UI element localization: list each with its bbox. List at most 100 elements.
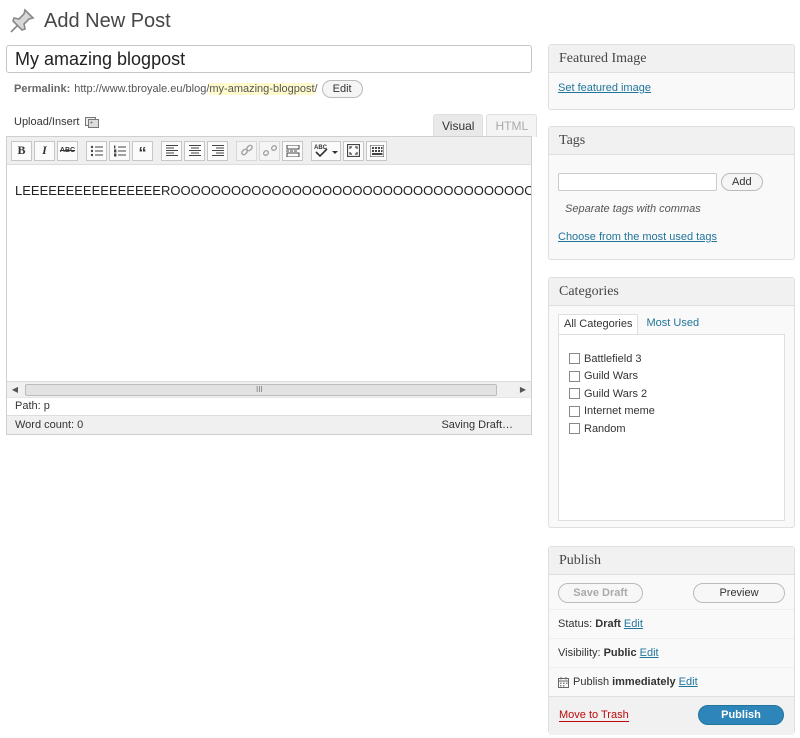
upload-insert-row: Upload/Insert xyxy=(14,116,100,128)
kitchen-sink-icon xyxy=(369,144,384,157)
status-row: Status: Draft Edit xyxy=(549,609,794,638)
permalink-label: Permalink: xyxy=(14,83,71,95)
list-item[interactable]: Guild Wars xyxy=(569,368,774,386)
tab-most-used[interactable]: Most Used xyxy=(638,314,704,334)
status-value: Draft xyxy=(595,618,621,630)
blockquote-button[interactable]: “ xyxy=(132,140,153,162)
scroll-right-icon[interactable]: ▶ xyxy=(515,382,531,398)
editor-toolbar: B I ABC “ ABC xyxy=(7,137,531,165)
category-label: Battlefield 3 xyxy=(584,352,642,365)
align-left-icon xyxy=(165,145,178,156)
featured-image-title: Featured Image xyxy=(549,45,794,73)
tab-visual[interactable]: Visual xyxy=(433,114,484,137)
align-center-icon xyxy=(188,145,201,156)
upload-insert-label: Upload/Insert xyxy=(14,116,80,128)
unlink-button[interactable] xyxy=(259,140,280,161)
add-tag-button[interactable]: Add xyxy=(721,173,763,191)
tab-all-categories[interactable]: All Categories xyxy=(558,314,639,334)
editor-status-bar: Word count: 0 Saving Draft… xyxy=(7,415,531,434)
categories-box: Categories All Categories Most Used Batt… xyxy=(548,277,795,528)
permalink-base: http://www.tbroyale.eu/blog/ xyxy=(74,83,210,95)
bold-glyph: B xyxy=(17,143,26,157)
tags-box: Tags Add Separate tags with commas Choos… xyxy=(548,126,795,260)
path-value[interactable]: p xyxy=(44,400,50,412)
category-checkbox[interactable] xyxy=(569,405,580,417)
insert-link-button[interactable] xyxy=(236,140,257,161)
permalink-slug[interactable]: my-amazing-blogpost xyxy=(209,83,315,95)
publish-title: Publish xyxy=(549,547,794,575)
strike-glyph: ABC xyxy=(59,147,76,154)
publish-box: Publish Save Draft Preview Status: Draft… xyxy=(548,546,795,735)
fullscreen-button[interactable] xyxy=(343,140,364,161)
tags-hint: Separate tags with commas xyxy=(565,203,701,215)
spellcheck-button[interactable]: ABC xyxy=(311,140,341,161)
align-left-button[interactable] xyxy=(161,140,182,161)
insert-more-button[interactable] xyxy=(282,140,303,161)
permalink-row: Permalink: http://www.tbroyale.eu/blog/ … xyxy=(14,80,363,98)
list-item[interactable]: Battlefield 3 xyxy=(569,350,774,368)
category-label: Internet meme xyxy=(584,405,655,418)
post-editor: B I ABC “ ABC LEEEEEEEEEEEEEEEEROOOOOOOO… xyxy=(6,136,532,435)
horizontal-scrollbar[interactable]: ◀ III ▶ xyxy=(7,381,531,397)
schedule-row: Publish immediately Edit xyxy=(549,667,794,696)
bullet-list-icon xyxy=(90,145,103,156)
category-list: Battlefield 3 Guild Wars Guild Wars 2 In… xyxy=(558,334,785,521)
category-checkbox[interactable] xyxy=(569,423,580,435)
page-header: Add New Post xyxy=(8,4,171,38)
bullet-list-button[interactable] xyxy=(86,140,107,161)
permalink-edit-button[interactable]: Edit xyxy=(321,80,363,98)
featured-image-box: Featured Image Set featured image xyxy=(548,44,795,110)
page-title: Add New Post xyxy=(44,9,171,32)
preview-button[interactable]: Preview xyxy=(693,583,785,603)
schedule-value: immediately xyxy=(612,676,676,688)
visibility-label: Visibility: xyxy=(558,647,601,659)
schedule-edit-link[interactable]: Edit xyxy=(679,676,698,688)
italic-glyph: I xyxy=(42,143,47,157)
fullscreen-icon xyxy=(347,144,360,157)
add-media-icon[interactable] xyxy=(85,116,100,128)
category-checkbox[interactable] xyxy=(569,353,580,365)
permalink-end: / xyxy=(314,83,318,95)
kitchen-sink-button[interactable] xyxy=(366,140,387,161)
spellcheck-icon: ABC xyxy=(314,145,338,157)
strikethrough-button[interactable]: ABC xyxy=(57,140,78,161)
set-featured-image-link[interactable]: Set featured image xyxy=(558,82,651,94)
save-draft-button[interactable]: Save Draft xyxy=(558,583,643,603)
visibility-value: Public xyxy=(603,647,637,659)
schedule-label: Publish xyxy=(573,676,610,688)
category-checkbox[interactable] xyxy=(569,370,580,382)
tab-html[interactable]: HTML xyxy=(486,114,538,137)
category-checkbox[interactable] xyxy=(569,388,580,400)
editor-tabs: Visual HTML xyxy=(430,114,538,137)
more-tag-icon xyxy=(285,144,299,157)
category-label: Random xyxy=(584,422,626,435)
publish-button[interactable]: Publish xyxy=(698,705,784,725)
link-icon xyxy=(240,144,253,155)
calendar-icon xyxy=(558,676,569,688)
tag-input[interactable] xyxy=(558,173,717,191)
status-edit-link[interactable]: Edit xyxy=(624,618,643,630)
italic-button[interactable]: I xyxy=(34,140,55,161)
scroll-track[interactable]: III xyxy=(23,383,515,396)
scroll-left-icon[interactable]: ◀ xyxy=(7,382,23,398)
numbered-list-button[interactable] xyxy=(109,140,130,161)
align-right-icon xyxy=(211,145,224,156)
bold-button[interactable]: B xyxy=(11,140,32,161)
post-title-input[interactable] xyxy=(6,45,532,73)
visibility-edit-link[interactable]: Edit xyxy=(640,647,659,659)
align-right-button[interactable] xyxy=(207,140,228,161)
list-item[interactable]: Internet meme xyxy=(569,403,774,421)
pushpin-icon xyxy=(10,8,35,33)
category-label: Guild Wars 2 xyxy=(584,387,648,400)
path-bar: Path: p xyxy=(7,397,531,415)
list-item[interactable]: Guild Wars 2 xyxy=(569,385,774,403)
categories-title: Categories xyxy=(549,278,794,306)
align-center-button[interactable] xyxy=(184,140,205,161)
choose-most-used-tags-link[interactable]: Choose from the most used tags xyxy=(558,231,717,243)
category-tabs: All Categories Most Used xyxy=(558,314,785,334)
quote-glyph: “ xyxy=(138,144,147,162)
move-to-trash-link[interactable]: Move to Trash xyxy=(559,709,629,722)
editor-content[interactable]: LEEEEEEEEEEEEEEEEROOOOOOOOOOOOOOOOOOOOOO… xyxy=(7,165,531,381)
list-item[interactable]: Random xyxy=(569,420,774,438)
status-label: Status: xyxy=(558,618,593,630)
